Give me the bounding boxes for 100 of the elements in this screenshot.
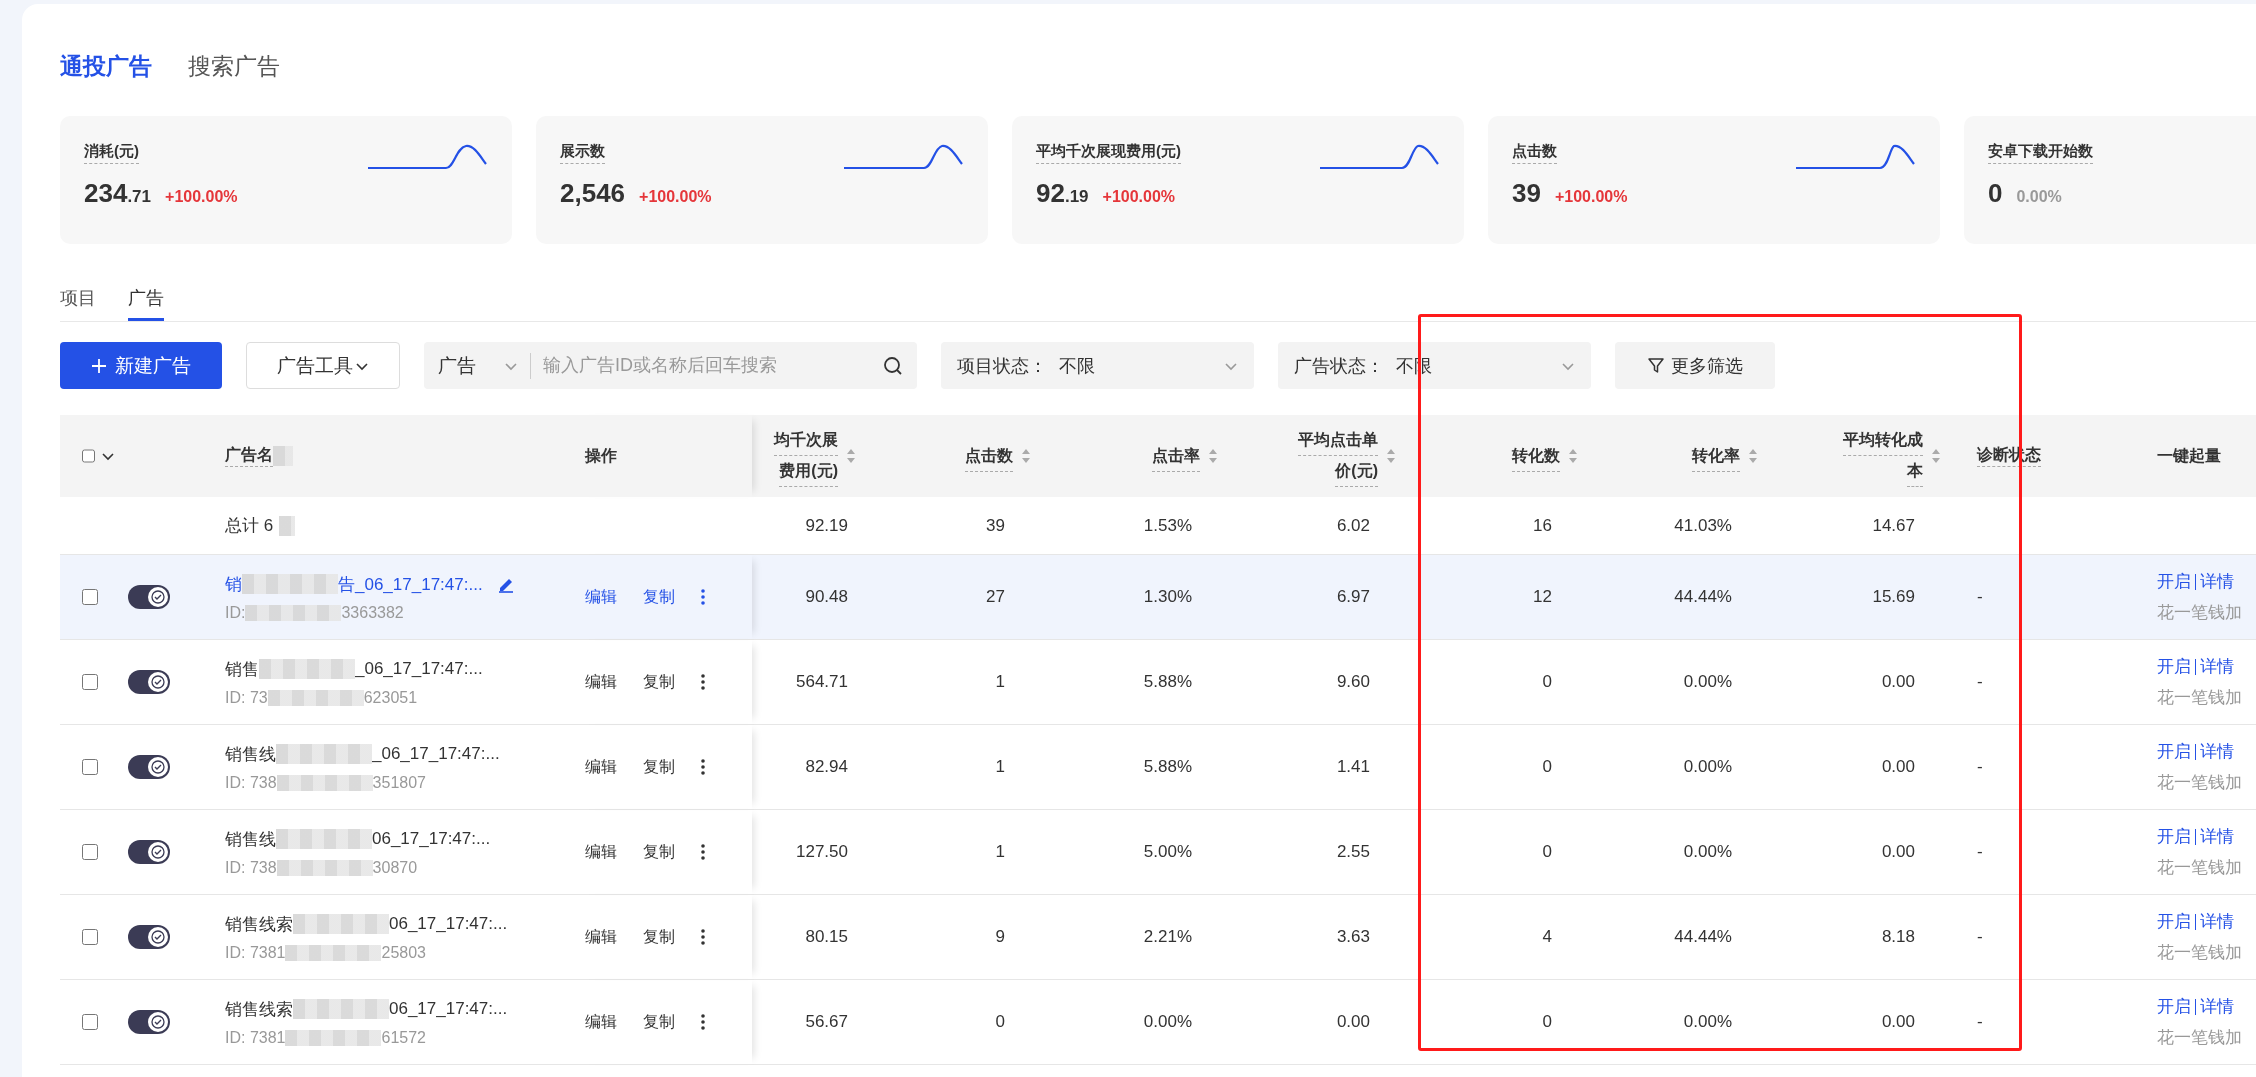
channel-tab[interactable]: 通投广告 xyxy=(60,50,152,82)
boost-link[interactable]: 开启 xyxy=(2157,740,2191,763)
ad-id: ID: 73 xyxy=(225,688,268,707)
boost-link[interactable]: 开启 xyxy=(2157,655,2191,678)
boost-link[interactable]: 详情 xyxy=(2200,740,2234,763)
table-cell: 15.69 xyxy=(1872,587,1915,607)
action-link[interactable]: 编辑 xyxy=(585,756,617,778)
column-header: 平均点击单 价(元) xyxy=(1298,425,1378,487)
action-link[interactable]: 编辑 xyxy=(585,841,617,863)
row-checkbox[interactable] xyxy=(82,758,98,776)
status-toggle[interactable] xyxy=(128,925,170,949)
search-scope-dropdown[interactable]: 广告 xyxy=(438,352,531,379)
table-cell: 90.48 xyxy=(805,587,848,607)
action-link[interactable]: 编辑 xyxy=(585,671,617,693)
table-cell: 16 xyxy=(1533,515,1552,536)
channel-tab[interactable]: 搜索广告 xyxy=(188,50,280,82)
list-tab[interactable]: 广告 xyxy=(128,286,164,321)
action-link[interactable]: 编辑 xyxy=(585,926,617,948)
table-cell: 1 xyxy=(995,842,1005,862)
table-cell: - xyxy=(1977,842,1983,862)
boost-link[interactable]: 详情 xyxy=(2200,655,2234,678)
metric-label: 消耗(元) xyxy=(84,142,139,164)
action-link[interactable]: 编辑 xyxy=(585,586,617,608)
table-cell: 0.00 xyxy=(1336,1012,1370,1032)
ad-name[interactable]: _06_17_17:47:... xyxy=(355,659,483,679)
action-link[interactable]: 复制 xyxy=(643,926,675,948)
ad-name[interactable]: 06_17_17:47:... xyxy=(372,829,491,849)
column-header: 平均转化成 本 xyxy=(1843,425,1923,487)
more-icon[interactable] xyxy=(701,929,705,945)
ad-name[interactable]: 06_17_17:47:... xyxy=(389,914,508,934)
table-cell: 2.21% xyxy=(1143,927,1192,947)
metric-change: +100.00% xyxy=(1554,188,1628,206)
check-icon xyxy=(151,1015,165,1029)
row-checkbox[interactable] xyxy=(82,928,98,946)
new-ad-button[interactable]: 新建广告 xyxy=(60,342,222,389)
check-icon xyxy=(151,760,165,774)
boost-link[interactable]: 详情 xyxy=(2200,570,2234,593)
boost-note: 花一笔钱加 xyxy=(2157,772,2242,794)
status-toggle[interactable] xyxy=(128,670,170,694)
table-cell: 1.41 xyxy=(1336,757,1370,777)
ad-name[interactable]: 06_17_17:47:... xyxy=(389,999,508,1019)
select-all-checkbox[interactable] xyxy=(82,447,95,465)
ad-id: ID: xyxy=(225,603,246,622)
boost-link[interactable]: 开启 xyxy=(2157,570,2191,593)
table-cell: 0.00% xyxy=(1683,1012,1732,1032)
ad-name[interactable]: 销售线 xyxy=(225,827,276,851)
row-checkbox[interactable] xyxy=(82,588,98,606)
action-link[interactable]: 编辑 xyxy=(585,1011,617,1033)
search-field[interactable]: 广告 输入广告ID或名称后回车搜索 xyxy=(424,342,917,389)
boost-note: 花一笔钱加 xyxy=(2157,1027,2242,1049)
boost-link[interactable]: 详情 xyxy=(2200,910,2234,933)
metric-change: 0.00% xyxy=(2016,188,2062,206)
table-cell: 80.15 xyxy=(805,927,848,947)
more-icon[interactable] xyxy=(701,674,705,690)
boost-link[interactable]: 开启 xyxy=(2157,910,2191,933)
row-checkbox[interactable] xyxy=(82,1013,98,1031)
boost-link[interactable]: 开启 xyxy=(2157,995,2191,1018)
status-toggle[interactable] xyxy=(128,755,170,779)
boost-note: 花一笔钱加 xyxy=(2157,942,2242,964)
total-label: 总计 6 xyxy=(225,515,274,537)
status-toggle[interactable] xyxy=(128,585,170,609)
status-filter-dropdown[interactable]: 项目状态： 不限 xyxy=(941,342,1254,389)
table-cell: 0 xyxy=(1542,672,1552,692)
more-icon[interactable] xyxy=(701,759,705,775)
table-cell: 44.44% xyxy=(1674,927,1732,947)
metric-label: 平均千次展现费用(元) xyxy=(1036,142,1181,164)
more-filters-button[interactable]: 更多筛选 xyxy=(1615,342,1775,389)
ad-name[interactable]: 销售 xyxy=(225,657,259,681)
action-link[interactable]: 复制 xyxy=(643,756,675,778)
ad-name[interactable]: 销售线索 xyxy=(225,997,293,1021)
table-cell: 9 xyxy=(995,927,1005,947)
row-checkbox[interactable] xyxy=(82,673,98,691)
ad-name[interactable]: 告_06_17_17:47:... xyxy=(338,572,483,596)
ad-name[interactable]: 销售线 xyxy=(225,742,276,766)
column-header: 转化数 xyxy=(1512,440,1560,472)
more-icon[interactable] xyxy=(701,589,705,605)
search-icon[interactable] xyxy=(883,355,903,376)
ad-tools-button[interactable]: 广告工具 xyxy=(246,342,400,389)
action-link[interactable]: 复制 xyxy=(643,671,675,693)
boost-link[interactable]: 开启 xyxy=(2157,825,2191,848)
ad-name[interactable]: _06_17_17:47:... xyxy=(372,744,500,764)
list-tab[interactable]: 项目 xyxy=(60,286,96,321)
table-cell: 0.00% xyxy=(1683,757,1732,777)
status-toggle[interactable] xyxy=(128,1010,170,1034)
ad-name[interactable]: 销售线索 xyxy=(225,912,293,936)
boost-link[interactable]: 详情 xyxy=(2200,995,2234,1018)
action-link[interactable]: 复制 xyxy=(643,841,675,863)
ad-id: 351807 xyxy=(372,773,426,792)
table-cell: 1.30% xyxy=(1143,587,1192,607)
action-link[interactable]: 复制 xyxy=(643,586,675,608)
ad-name[interactable]: 销 xyxy=(225,572,242,596)
row-checkbox[interactable] xyxy=(82,843,98,861)
status-toggle[interactable] xyxy=(128,840,170,864)
table-cell: 0 xyxy=(995,1012,1005,1032)
metric-label: 点击数 xyxy=(1512,142,1557,164)
column-header: 点击率 xyxy=(1152,440,1200,472)
more-icon[interactable] xyxy=(701,1014,705,1030)
more-icon[interactable] xyxy=(701,844,705,860)
boost-link[interactable]: 详情 xyxy=(2200,825,2234,848)
action-link[interactable]: 复制 xyxy=(643,1011,675,1033)
